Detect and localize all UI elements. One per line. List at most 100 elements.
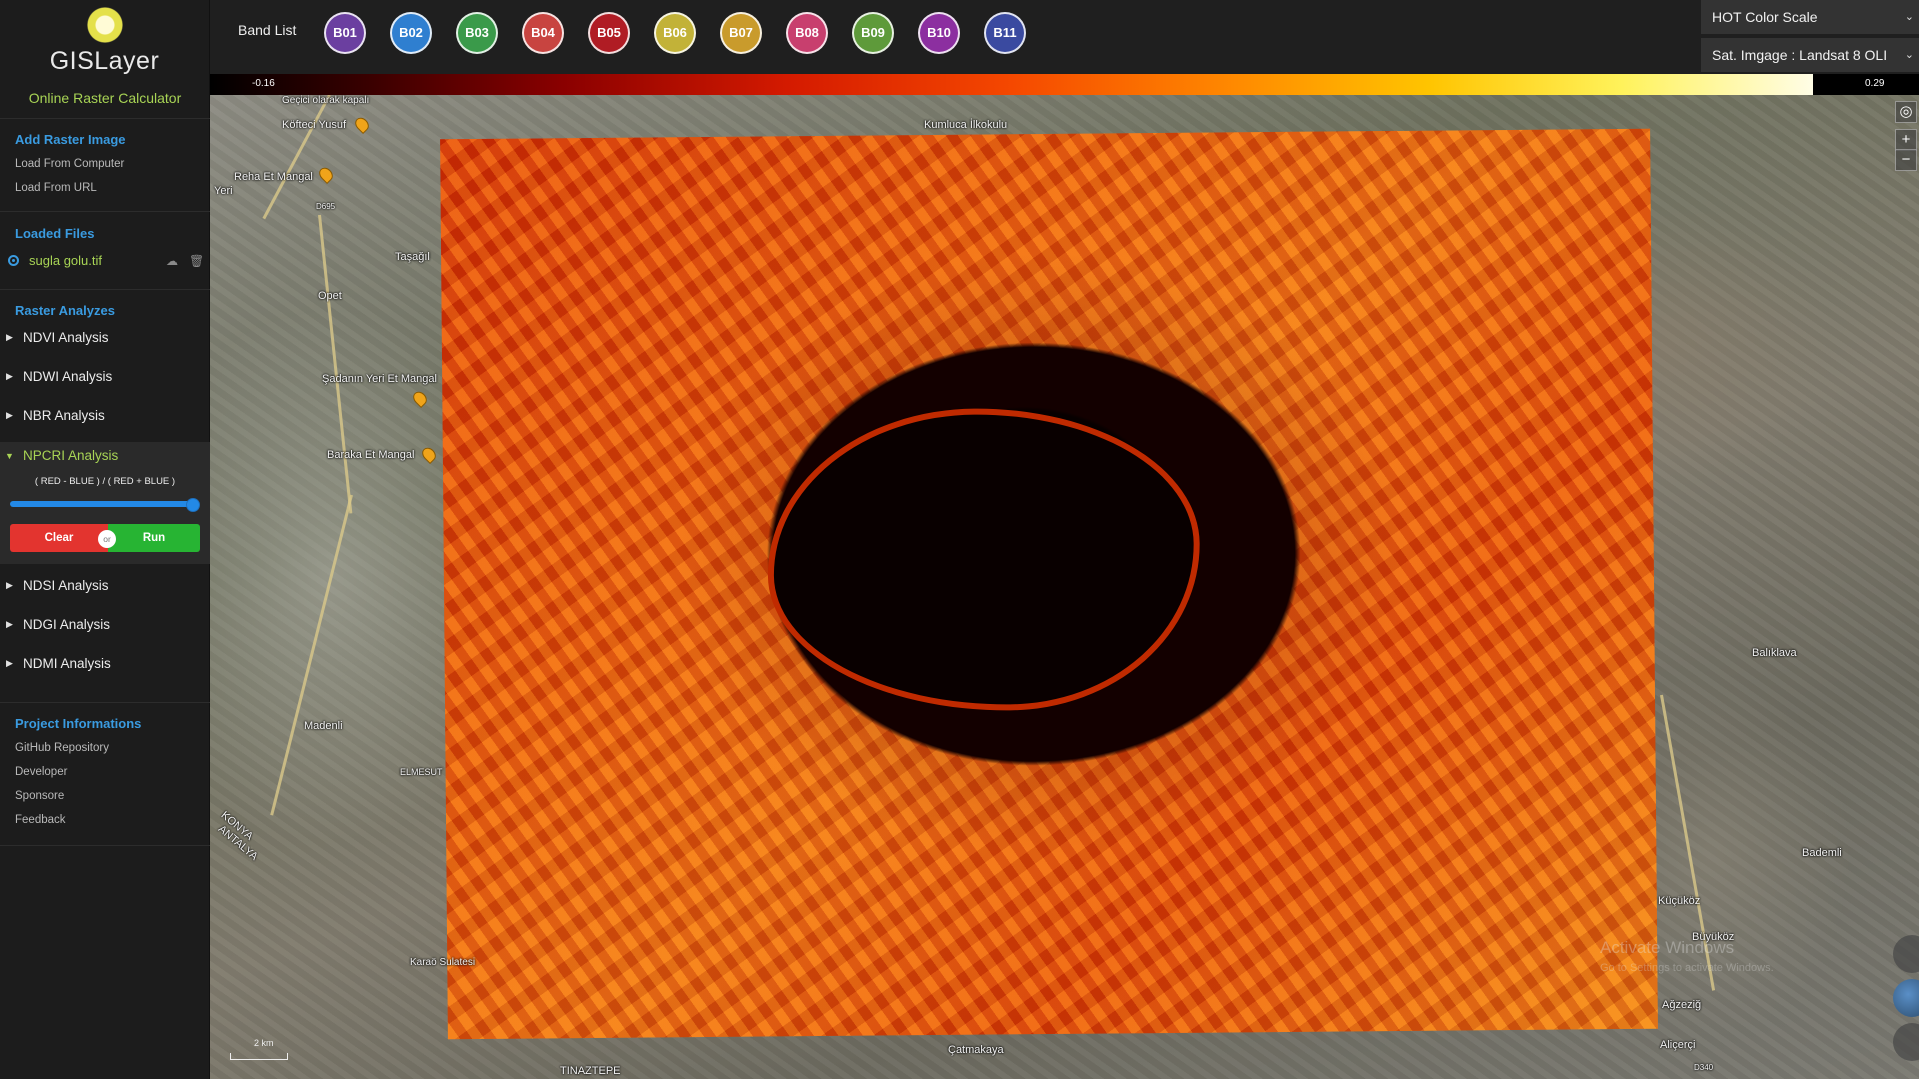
threshold-slider-thumb[interactable] [186, 498, 200, 512]
analysis-ndgi[interactable]: ▶ NDGI Analysis [0, 607, 210, 645]
cloud-download-icon[interactable]: ☁ [166, 254, 178, 268]
band-button-b01[interactable]: B01 [324, 12, 366, 54]
caret-right-icon: ▶ [6, 619, 13, 629]
band-button-b11[interactable]: B11 [984, 12, 1026, 54]
map-pin-icon[interactable] [352, 114, 372, 135]
divider [0, 211, 210, 212]
analysis-label: NDMI Analysis [23, 656, 111, 671]
raster-analyzes-title: Raster Analyzes [15, 303, 115, 318]
divider [0, 845, 210, 846]
map-label: Ağzeziğ [1662, 999, 1702, 1011]
project-info-title: Project Informations [15, 716, 142, 731]
trash-icon[interactable]: 🗑 [189, 254, 204, 268]
map-label: Küçüköz [1658, 895, 1701, 907]
map-pin-icon[interactable] [410, 388, 430, 409]
chevron-down-icon: ⌄ [1904, 49, 1914, 61]
analysis-ndmi[interactable]: ▶ NDMI Analysis [0, 646, 210, 684]
file-name[interactable]: sugla golu.tif [29, 253, 102, 268]
band-button-b06[interactable]: B06 [654, 12, 696, 54]
map-pin-icon[interactable] [419, 444, 439, 465]
top-bar: Band List B01 B02 B03 B04 B05 B06 B07 B08 B09 B10… [210, 0, 1919, 74]
layer-toggle-button[interactable] [1893, 1023, 1919, 1061]
map-label: D340 [1694, 1063, 1714, 1072]
map-label: Baraka Et Mangal [327, 449, 415, 461]
analysis-nbr[interactable]: ▶ NBR Analysis [0, 398, 210, 436]
load-from-url-link[interactable]: Load From URL [15, 182, 97, 194]
add-raster-title: Add Raster Image [15, 132, 126, 147]
band-button-b07[interactable]: B07 [720, 12, 762, 54]
caret-right-icon: ▶ [6, 332, 13, 342]
analysis-label: NDWI Analysis [23, 369, 113, 384]
logo[interactable]: GISLayer [0, 0, 209, 98]
band-button-b02[interactable]: B02 [390, 12, 432, 54]
map-view[interactable]: Geçici olarak kapalı Köfteci Yusuf Kumlu… [210, 95, 1919, 1079]
app-tagline: Online Raster Calculator [28, 90, 182, 106]
brand-name: GISLayer [49, 47, 160, 75]
map-label: Madenli [304, 720, 343, 732]
map-label: Balıklava [1752, 647, 1797, 659]
analysis-label: NDSI Analysis [23, 578, 109, 593]
map-label: ELMESUT [400, 767, 443, 777]
caret-right-icon: ▶ [6, 410, 13, 420]
zoom-out-button[interactable]: − [1895, 149, 1917, 171]
satellite-image-select[interactable]: Sat. Imgage : Landsat 8 OLI ⌄ [1701, 38, 1919, 72]
scale-min-value: -0.16 [252, 78, 275, 89]
divider [0, 289, 210, 290]
band-button-b10[interactable]: B10 [918, 12, 960, 54]
compass-icon[interactable]: ◎ [1895, 101, 1917, 123]
or-badge: or [98, 530, 116, 548]
map-label: Reha Et Mangal [234, 171, 313, 183]
chevron-down-icon: ⌄ [1904, 11, 1914, 23]
github-repository-link[interactable]: GitHub Repository [15, 742, 109, 754]
scale-max-value: 0.29 [1865, 78, 1885, 89]
color-scale-bar: -0.16 0.29 [210, 74, 1919, 95]
caret-right-icon: ▶ [6, 580, 13, 590]
npcri-formula: ( RED - BLUE ) / ( RED + BLUE ) [34, 476, 176, 487]
map-pin-icon[interactable] [316, 164, 336, 185]
threshold-slider-track[interactable] [10, 501, 196, 507]
zoom-in-button[interactable]: + [1895, 129, 1917, 151]
loaded-file-row[interactable]: sugla golu.tif ☁ 🗑 [6, 253, 206, 271]
band-button-b09[interactable]: B09 [852, 12, 894, 54]
clear-button[interactable]: Clear [10, 524, 108, 552]
map-label: Aliçerçi [1660, 1039, 1696, 1051]
analysis-npcri-header[interactable]: NPCRI Analysis [23, 448, 118, 463]
street-view-button[interactable] [1893, 935, 1919, 973]
map-label: Bademli [1802, 847, 1842, 859]
band-button-b03[interactable]: B03 [456, 12, 498, 54]
caret-down-icon[interactable]: ▼ [5, 451, 14, 461]
band-button-b04[interactable]: B04 [522, 12, 564, 54]
analysis-ndvi[interactable]: ▶ NDVI Analysis [0, 320, 210, 358]
loaded-files-title: Loaded Files [15, 226, 95, 241]
road [270, 494, 353, 816]
band-list-label: Band List [238, 22, 297, 38]
sponsore-link[interactable]: Sponsore [15, 790, 64, 802]
feedback-link[interactable]: Feedback [15, 814, 66, 826]
caret-right-icon: ▶ [6, 371, 13, 381]
globe-icon[interactable] [1893, 979, 1919, 1017]
map-label: TINAZTEPE [560, 1065, 621, 1077]
activation-watermark-sub: Go to Settings to activate Windows. [1600, 962, 1774, 974]
analysis-ndwi[interactable]: ▶ NDWI Analysis [0, 359, 210, 397]
analysis-npcri-panel: ▼ NPCRI Analysis ( RED - BLUE ) / ( RED … [0, 442, 210, 564]
map-label: Köfteci Yusuf [282, 119, 347, 131]
analysis-label: NDGI Analysis [23, 617, 111, 632]
map-label: Taşağıl [395, 251, 430, 263]
sidebar: GISLayer Online Raster Calculator Add Ra… [0, 0, 210, 1079]
developer-link[interactable]: Developer [15, 766, 67, 778]
analysis-label: NDVI Analysis [23, 330, 109, 345]
analysis-ndsi[interactable]: ▶ NDSI Analysis [0, 568, 210, 606]
band-button-b08[interactable]: B08 [786, 12, 828, 54]
caret-right-icon: ▶ [6, 658, 13, 668]
color-scale-select[interactable]: HOT Color Scale ⌄ [1701, 0, 1919, 34]
activation-watermark: Activate Windows [1600, 938, 1735, 957]
file-radio[interactable] [8, 255, 19, 266]
logo-icon [86, 7, 123, 43]
color-gradient [210, 74, 1813, 95]
raster-overlay[interactable] [440, 128, 1658, 1040]
band-button-b05[interactable]: B05 [588, 12, 630, 54]
map-label: Opet [318, 290, 342, 302]
run-button[interactable]: Run [108, 524, 200, 552]
load-from-computer-link[interactable]: Load From Computer [15, 158, 124, 170]
divider [0, 118, 210, 119]
